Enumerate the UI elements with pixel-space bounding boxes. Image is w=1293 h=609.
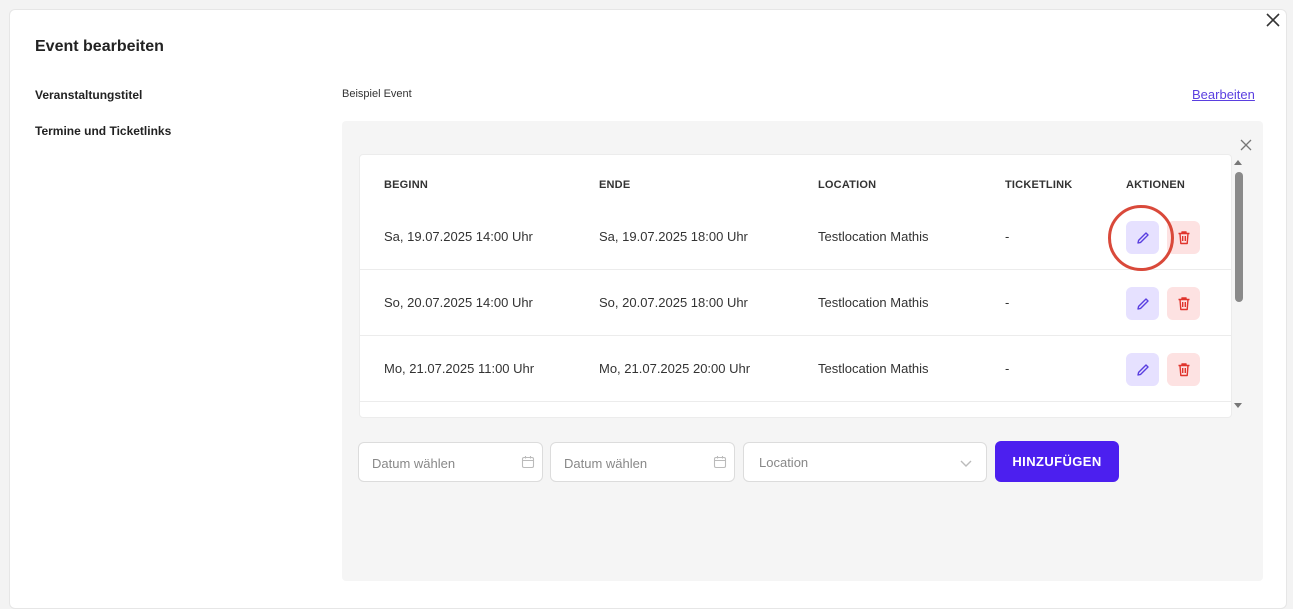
close-icon[interactable] <box>1240 139 1252 151</box>
ticketlink-cell: - <box>1005 361 1010 376</box>
calendar-icon <box>521 456 535 469</box>
column-header-location: LOCATION <box>818 179 877 191</box>
scroll-down-arrow-icon[interactable] <box>1233 402 1243 410</box>
ticketlink-cell: - <box>1005 229 1010 244</box>
scrollbar-thumb[interactable] <box>1235 172 1243 302</box>
end-cell: Sa, 19.07.2025 18:00 Uhr <box>599 229 748 244</box>
pencil-icon <box>1136 231 1149 244</box>
location-placeholder: Location <box>759 455 809 470</box>
delete-date-button[interactable] <box>1167 287 1200 320</box>
end-date-input[interactable]: Datum wählen <box>550 442 735 482</box>
edit-date-button[interactable] <box>1126 353 1159 386</box>
trash-icon <box>1178 363 1189 377</box>
edit-title-link[interactable]: Bearbeiten <box>1192 87 1255 102</box>
end-cell: Mo, 21.07.2025 20:00 Uhr <box>599 361 751 376</box>
modal-title: Event bearbeiten <box>35 38 164 55</box>
scroll-up-arrow-icon[interactable] <box>1233 158 1243 166</box>
dates-table: BEGINN ENDE LOCATION TICKETLINK AKTIONEN… <box>359 154 1232 418</box>
table-row: Sa, 19.07.2025 14:00 Uhr Sa, 19.07.2025 … <box>360 204 1231 270</box>
close-icon[interactable] <box>1264 11 1282 29</box>
location-cell: Testlocation Mathis <box>818 361 929 376</box>
start-cell: So, 20.07.2025 14:00 Uhr <box>384 295 533 310</box>
pencil-icon <box>1136 363 1149 376</box>
start-cell: Mo, 21.07.2025 11:00 Uhr <box>384 361 535 376</box>
table-row: So, 20.07.2025 14:00 Uhr So, 20.07.2025 … <box>360 270 1231 336</box>
start-date-placeholder: Datum wählen <box>372 456 456 471</box>
location-cell: Testlocation Mathis <box>818 295 929 310</box>
location-cell: Testlocation Mathis <box>818 229 929 244</box>
column-header-actions: AKTIONEN <box>1126 179 1186 191</box>
dates-label: Termine und Ticketlinks <box>35 124 172 138</box>
start-cell: Sa, 19.07.2025 14:00 Uhr <box>384 229 533 244</box>
edit-date-button[interactable] <box>1126 287 1159 320</box>
event-title-value: Beispiel Event <box>342 88 412 100</box>
column-header-start: BEGINN <box>384 179 428 191</box>
table-row: Mo, 21.07.2025 11:00 Uhr Mo, 21.07.2025 … <box>360 336 1231 402</box>
trash-icon <box>1178 297 1189 311</box>
start-date-input[interactable]: Datum wählen <box>358 442 543 482</box>
delete-date-button[interactable] <box>1167 221 1200 254</box>
column-header-ticketlink: TICKETLINK <box>1005 179 1073 191</box>
add-date-button[interactable]: HINZUFÜGEN <box>995 441 1119 482</box>
chevron-down-icon <box>960 460 972 467</box>
ticketlink-cell: - <box>1005 295 1010 310</box>
column-header-end: ENDE <box>599 179 631 191</box>
edit-date-button[interactable] <box>1126 221 1159 254</box>
end-date-placeholder: Datum wählen <box>564 456 648 471</box>
end-cell: So, 20.07.2025 18:00 Uhr <box>599 295 748 310</box>
calendar-icon <box>713 456 727 469</box>
location-select[interactable]: Location <box>743 442 987 482</box>
trash-icon <box>1178 231 1189 245</box>
pencil-icon <box>1136 297 1149 310</box>
event-title-label: Veranstaltungstitel <box>35 88 143 102</box>
delete-date-button[interactable] <box>1167 353 1200 386</box>
